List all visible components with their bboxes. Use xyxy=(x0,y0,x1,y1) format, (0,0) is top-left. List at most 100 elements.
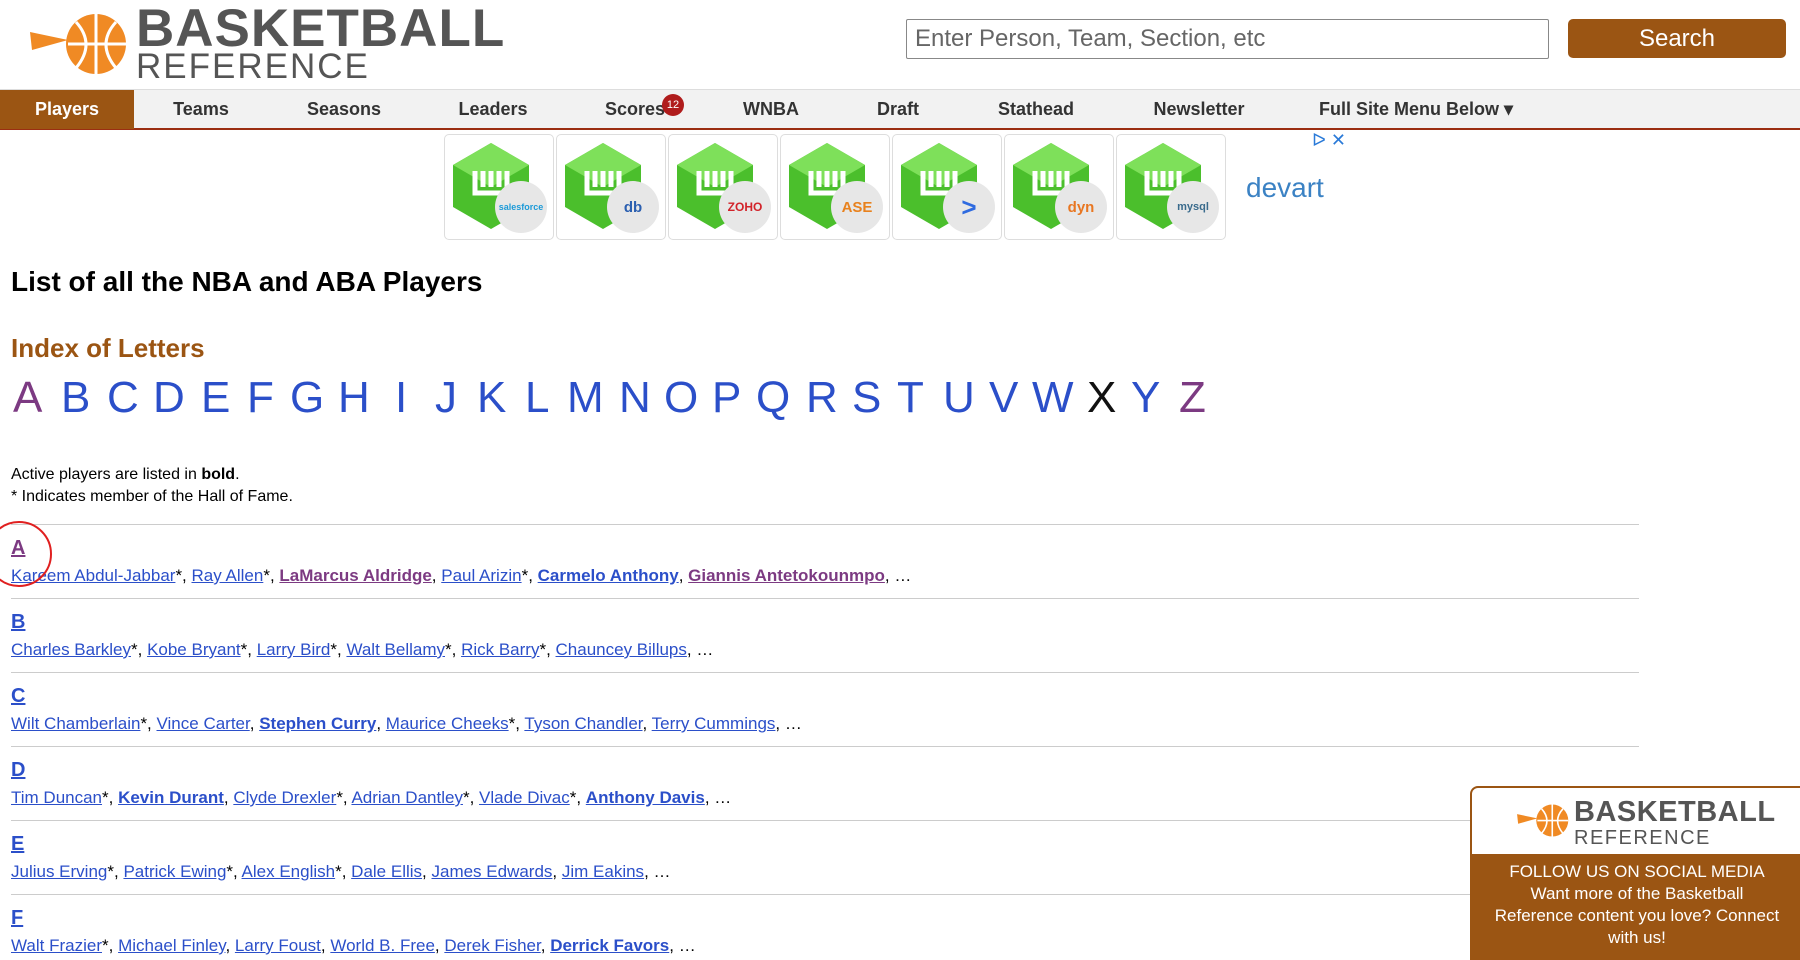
logo-line-2: REFERENCE xyxy=(136,47,370,86)
ad-brand-logo[interactable]: devart xyxy=(1246,172,1324,204)
player-separator: *, xyxy=(539,640,556,659)
player-link[interactable]: Vince Carter xyxy=(157,714,250,733)
player-link[interactable]: World B. Free xyxy=(330,936,435,955)
section-heading-link[interactable]: C xyxy=(11,684,1639,708)
player-link[interactable]: Derek Fisher xyxy=(444,936,540,955)
player-link[interactable]: Julius Erving xyxy=(11,862,107,881)
player-link[interactable]: Carmelo Anthony xyxy=(538,566,679,585)
section-heading-link[interactable]: E xyxy=(11,832,1639,856)
player-separator: , xyxy=(644,862,654,881)
player-link[interactable]: Vlade Divac xyxy=(479,788,570,807)
ad-banner[interactable]: salesforce db ZOHO ASE > dyn mysql devar… xyxy=(440,130,1350,242)
player-link[interactable]: Anthony Davis xyxy=(586,788,705,807)
letter-link-o[interactable]: O xyxy=(664,372,698,424)
nav-players[interactable]: Players xyxy=(0,90,134,129)
player-link[interactable]: Walt Frazier xyxy=(11,936,102,955)
player-link[interactable]: Dale Ellis xyxy=(351,862,422,881)
section-heading-link[interactable]: A xyxy=(11,536,1639,560)
player-link[interactable]: Ray Allen xyxy=(192,566,264,585)
nav-newsletter[interactable]: Newsletter xyxy=(1140,90,1258,129)
player-link[interactable]: Giannis Antetokounmpo xyxy=(688,566,885,585)
letter-link-u[interactable]: U xyxy=(943,372,975,424)
player-link[interactable]: James Edwards xyxy=(431,862,552,881)
letter-link-r[interactable]: R xyxy=(806,372,838,424)
player-link[interactable]: Alex English xyxy=(242,862,336,881)
nav-full-site-menu[interactable]: Full Site Menu Below ▾ xyxy=(1316,90,1516,129)
popup-logo-line-1: BASKETBALL xyxy=(1574,796,1776,828)
nav-wnba[interactable]: WNBA xyxy=(720,90,822,129)
dynamics-icon: dyn xyxy=(1055,181,1107,233)
ad-tile[interactable]: ZOHO xyxy=(668,134,778,240)
player-link[interactable]: Terry Cummings xyxy=(652,714,776,733)
ad-tile[interactable]: db xyxy=(556,134,666,240)
letter-link-h[interactable]: H xyxy=(338,372,370,424)
letter-link-n[interactable]: N xyxy=(619,372,651,424)
player-link[interactable]: Rick Barry xyxy=(461,640,539,659)
player-link[interactable]: Paul Arizin xyxy=(441,566,521,585)
letter-link-m[interactable]: M xyxy=(567,372,604,424)
ad-tile[interactable]: salesforce xyxy=(444,134,554,240)
letter-link-b[interactable]: B xyxy=(61,372,90,424)
ad-tile[interactable]: > xyxy=(892,134,1002,240)
letter-link-i[interactable]: I xyxy=(395,372,407,424)
nav-draft[interactable]: Draft xyxy=(856,90,940,129)
search-button[interactable]: Search xyxy=(1568,19,1786,58)
player-link[interactable]: Wilt Chamberlain xyxy=(11,714,140,733)
player-link[interactable]: Charles Barkley xyxy=(11,640,131,659)
letter-link-g[interactable]: G xyxy=(290,372,324,424)
player-link[interactable]: Tim Duncan xyxy=(11,788,102,807)
letter-link-y[interactable]: Y xyxy=(1131,372,1160,424)
player-link[interactable]: Tyson Chandler xyxy=(524,714,642,733)
player-link[interactable]: Stephen Curry xyxy=(259,714,376,733)
player-link[interactable]: Adrian Dantley xyxy=(351,788,463,807)
ad-tile[interactable]: dyn xyxy=(1004,134,1114,240)
letter-link-p[interactable]: P xyxy=(712,372,741,424)
player-link[interactable]: Kobe Bryant xyxy=(147,640,241,659)
letter-link-j[interactable]: J xyxy=(435,372,457,424)
letter-link-c[interactable]: C xyxy=(107,372,139,424)
player-separator: , xyxy=(704,788,715,807)
nav-teams[interactable]: Teams xyxy=(134,90,268,129)
player-list: Tim Duncan*, Kevin Durant, Clyde Drexler… xyxy=(11,787,1639,809)
letter-section-d: D Tim Duncan*, Kevin Durant, Clyde Drexl… xyxy=(11,746,1639,809)
search-input[interactable] xyxy=(906,19,1549,59)
player-link[interactable]: Chauncey Billups xyxy=(556,640,687,659)
ad-tile[interactable]: ASE xyxy=(780,134,890,240)
letter-link-l[interactable]: L xyxy=(525,372,549,424)
letter-link-e[interactable]: E xyxy=(201,372,230,424)
nav-stathead[interactable]: Stathead xyxy=(986,90,1086,129)
letter-link-a[interactable]: A xyxy=(13,372,42,424)
player-separator: , xyxy=(431,566,442,585)
player-link[interactable]: Maurice Cheeks xyxy=(386,714,509,733)
player-link[interactable]: Michael Finley xyxy=(118,936,225,955)
letter-link-v[interactable]: V xyxy=(989,372,1018,424)
letter-link-s[interactable]: S xyxy=(852,372,881,424)
player-link[interactable]: Kevin Durant xyxy=(118,788,224,807)
player-link[interactable]: LaMarcus Aldridge xyxy=(279,566,431,585)
letter-link-q[interactable]: Q xyxy=(756,372,790,424)
player-link[interactable]: Walt Bellamy xyxy=(346,640,445,659)
letter-link-d[interactable]: D xyxy=(153,372,185,424)
player-link[interactable]: Larry Bird xyxy=(257,640,331,659)
site-logo[interactable]: BASKETBALL REFERENCE xyxy=(28,2,504,84)
player-link[interactable]: Derrick Favors xyxy=(550,936,669,955)
letter-link-k[interactable]: K xyxy=(477,372,506,424)
ad-tile[interactable]: mysql xyxy=(1116,134,1226,240)
letter-link-z[interactable]: Z xyxy=(1179,372,1206,424)
legend: Active players are listed in bold. * Ind… xyxy=(11,464,293,508)
player-link[interactable]: Patrick Ewing xyxy=(123,862,226,881)
nav-leaders[interactable]: Leaders xyxy=(420,90,566,129)
section-heading-link[interactable]: B xyxy=(11,610,1639,634)
social-media-popup[interactable]: BASKETBALL REFERENCE FOLLOW US ON SOCIAL… xyxy=(1470,786,1800,960)
ad-choices-close-icon[interactable]: ᐅ ✕ xyxy=(1312,130,1346,151)
legend-bold-word: bold xyxy=(201,466,236,483)
letter-link-w[interactable]: W xyxy=(1032,372,1074,424)
nav-seasons[interactable]: Seasons xyxy=(268,90,420,129)
letter-link-f[interactable]: F xyxy=(247,372,274,424)
section-heading-link[interactable]: D xyxy=(11,758,1639,782)
letter-link-t[interactable]: T xyxy=(897,372,924,424)
player-link[interactable]: Jim Eakins xyxy=(562,862,644,881)
section-heading-link[interactable]: F xyxy=(11,906,1639,930)
player-link[interactable]: Larry Foust xyxy=(235,936,321,955)
player-link[interactable]: Clyde Drexler xyxy=(233,788,336,807)
